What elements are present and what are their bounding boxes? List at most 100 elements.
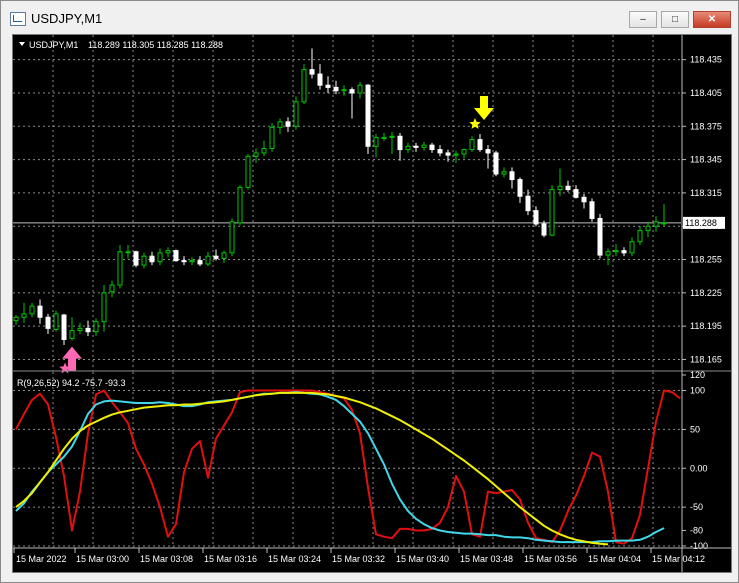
bull-candle (237, 186, 243, 224)
chart-window-icon (10, 12, 26, 26)
indicator-tick-label: 50 (690, 424, 700, 434)
bear-candle (525, 195, 531, 212)
bull-candle (101, 292, 107, 323)
bear-candle (413, 145, 419, 148)
price-tick-label: 118.165 (690, 354, 722, 364)
bull-candle (469, 139, 475, 151)
bear-candle (621, 250, 627, 254)
time-tick-label: 15 Mar 03:48 (460, 554, 513, 564)
bull-candle (189, 260, 195, 263)
bull-candle (205, 255, 211, 265)
bear-candle (533, 210, 539, 225)
bull-candle (557, 185, 563, 191)
bear-candle (509, 171, 515, 181)
time-tick-label: 15 Mar 04:12 (652, 554, 705, 564)
time-axis: 15 Mar 2022 15 Mar 03:00 15 Mar 03:08 15 Ma… (13, 548, 705, 564)
time-tick-label: 15 Mar 03:00 (76, 554, 129, 564)
price-tick-label: 118.315 (690, 188, 722, 198)
bull-candle (461, 149, 467, 155)
indicator-tick-label: -100 (690, 541, 708, 551)
chart-ohlc: 118.289 118.305 118.285 118.288 (88, 40, 223, 50)
bull-candle (157, 252, 163, 263)
time-tick-label: 15 Mar 04:04 (588, 554, 641, 564)
time-tick-label: 15 Mar 03:08 (140, 554, 193, 564)
indicator-tick-label: 0.00 (690, 463, 708, 473)
price-tick-label: 118.225 (690, 288, 722, 298)
bull-candle (389, 135, 395, 138)
bull-candle (141, 255, 147, 266)
minimize-button[interactable]: – (629, 11, 657, 28)
dropdown-triangle-icon[interactable] (19, 42, 25, 46)
price-tick-label: 118.405 (690, 88, 722, 98)
time-tick-label: 15 Mar 2022 (16, 554, 67, 564)
bear-candle (445, 152, 451, 156)
title-bar[interactable]: USDJPY,M1 – □ ✕ (1, 1, 738, 34)
price-tick-label: 118.375 (690, 121, 722, 131)
bull-candle (421, 144, 427, 148)
bear-candle (397, 135, 403, 151)
chart-canvas[interactable]: 118.435 118.405 118.375 118.345 118.315 118.2… (13, 35, 731, 572)
bear-candle (429, 144, 435, 151)
bull-candle (661, 222, 667, 225)
bear-candle (365, 84, 371, 147)
bull-candle (605, 251, 611, 256)
bull-candle (453, 153, 459, 156)
bear-candle (309, 69, 315, 75)
price-tick-label: 118.345 (690, 155, 722, 165)
time-tick-label: 15 Mar 03:24 (268, 554, 321, 564)
indicator-lines (15, 389, 681, 546)
bull-candle (637, 230, 643, 243)
bull-candle (109, 284, 115, 293)
bear-candle (333, 86, 339, 92)
indicator-tick-label: -80 (690, 525, 703, 535)
bull-candle (373, 136, 379, 147)
maximize-button[interactable]: □ (661, 11, 689, 28)
bear-candle (285, 121, 291, 127)
bear-candle (317, 73, 323, 86)
indicator-tick-label: -50 (690, 502, 703, 512)
bull-candle (357, 84, 363, 94)
bull-candle (501, 171, 507, 175)
bull-candle (613, 250, 619, 253)
bull-candle (301, 69, 307, 103)
time-tick-label: 15 Mar 03:16 (204, 554, 257, 564)
indicator-label: R(9,26,52) 94.2 -75.7 -93.3 (17, 378, 126, 388)
bear-candle (325, 84, 331, 88)
bear-candle (197, 260, 203, 265)
bear-candle (493, 152, 499, 175)
bull-candle (645, 225, 651, 232)
close-button[interactable]: ✕ (693, 11, 731, 28)
bull-candle (13, 316, 19, 322)
bull-candle (293, 101, 299, 127)
bull-candle (93, 321, 99, 333)
bull-candle (629, 241, 635, 254)
bear-candle (133, 251, 139, 266)
current-price-label: 118.288 (685, 218, 717, 228)
bear-candle (485, 149, 491, 154)
trade-signals (59, 96, 494, 374)
bull-candle (21, 313, 27, 318)
bear-candle (565, 185, 571, 191)
price-axis: 118.435 118.405 118.375 118.345 118.315 118.2… (682, 55, 725, 364)
time-tick-label: 15 Mar 03:32 (332, 554, 385, 564)
bear-candle (573, 189, 579, 198)
bull-candle (245, 155, 251, 188)
bull-candle (29, 305, 35, 315)
chart-window: USDJPY,M1 – □ ✕ 118.435 118.405 118.375 118… (0, 0, 739, 583)
chart-area[interactable]: 118.435 118.405 118.375 118.345 118.315 118.2… (12, 34, 732, 573)
chart-symbol: USDJPY,M1 (29, 40, 78, 50)
sell-arrow-icon (474, 96, 494, 121)
price-tick-label: 118.255 (690, 255, 722, 265)
indicator-tick-label: 100 (690, 386, 705, 396)
sell-star-icon (469, 118, 481, 129)
bear-candle (581, 196, 587, 203)
bull-candle (381, 136, 387, 139)
price-tick-label: 118.435 (690, 55, 722, 65)
bull-candle (125, 251, 131, 254)
bull-candle (261, 147, 267, 154)
bear-candle (213, 255, 219, 259)
bull-candle (117, 251, 123, 286)
bull-candle (653, 221, 659, 227)
bear-candle (37, 305, 43, 318)
bull-candle (77, 327, 83, 332)
